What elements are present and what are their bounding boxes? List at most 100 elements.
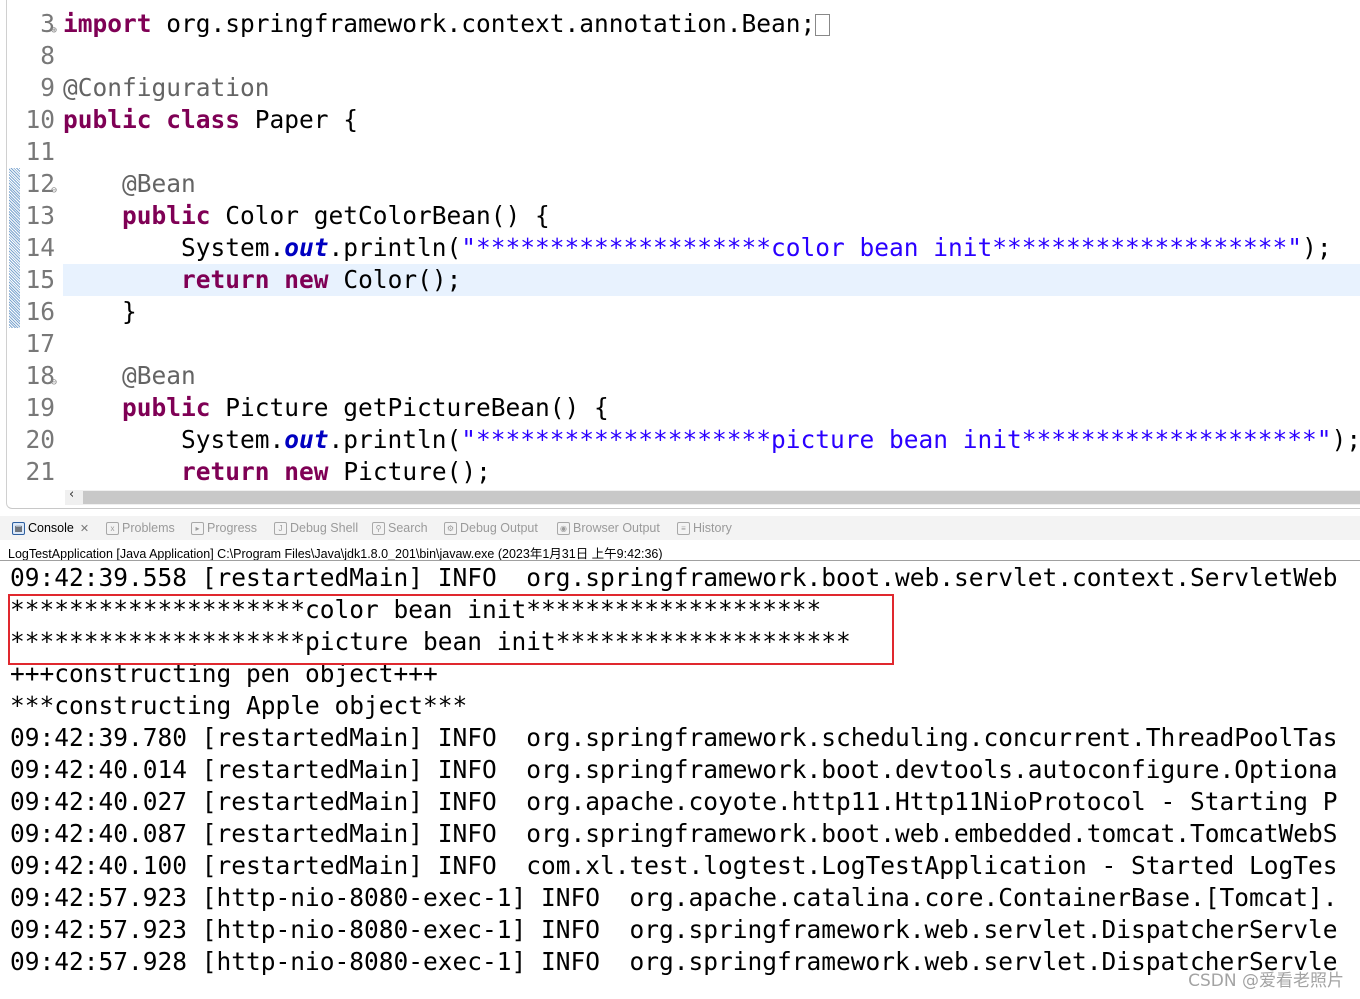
code-token: return: [181, 457, 270, 486]
console-line: 09:42:40.014 [restartedMain] INFO org.sp…: [10, 755, 1338, 784]
tab-browser-output[interactable]: ◉ Browser Output: [557, 521, 660, 535]
console-icon: ▤: [12, 521, 25, 535]
line-number: 19: [25, 393, 55, 422]
code-token: new: [284, 457, 329, 486]
code-text: public Color getColorBean() {: [63, 200, 1360, 232]
watermark: CSDN @爱看老照片: [1188, 971, 1344, 991]
problems-icon: x: [106, 521, 119, 535]
code-line[interactable]: 10 public class Paper {: [7, 104, 1360, 136]
code-text: @Bean: [63, 360, 1360, 392]
code-token: org.springframework.context.annotation.B…: [151, 9, 816, 38]
line-number: 3: [40, 9, 55, 38]
console-line: 09:42:39.780 [restartedMain] INFO org.sp…: [10, 723, 1338, 752]
code-token: System.: [63, 233, 285, 262]
console-line: 09:42:39.558 [restartedMain] INFO org.sp…: [10, 563, 1338, 592]
code-line[interactable]: 3 ⊕ import org.springframework.context.ann…: [7, 8, 1360, 40]
code-line[interactable]: 13 public Color getColorBean() {: [7, 200, 1360, 232]
tab-label: History: [693, 521, 732, 535]
divider: [0, 560, 1360, 561]
tab-debug-shell[interactable]: J Debug Shell: [274, 521, 358, 535]
code-token: return: [181, 265, 270, 294]
folded-import-box[interactable]: [815, 14, 831, 36]
line-number: 16: [25, 297, 55, 326]
code-token: public: [63, 105, 152, 134]
horizontal-scrollbar[interactable]: ‹: [65, 487, 1360, 505]
highlight-box: [8, 594, 894, 665]
code-token: .println(: [328, 425, 462, 454]
tab-problems[interactable]: x Problems: [106, 521, 175, 535]
console-line: 09:42:57.923 [http-nio-8080-exec-1] INFO…: [10, 915, 1338, 944]
tab-console[interactable]: ▤ Console ✕: [12, 521, 89, 535]
code-token: Picture getPictureBean() {: [210, 393, 609, 422]
code-line[interactable]: 12 ⊖ @Bean: [7, 168, 1360, 200]
browser-output-icon: ◉: [557, 521, 570, 535]
code-line[interactable]: 18 ⊖ @Bean: [7, 360, 1360, 392]
view-tabs: ▤ Console ✕ x Problems ▸ Progress J Debug Shell ⚲…: [0, 516, 1360, 540]
code-line[interactable]: 20 System.out.println("*****************…: [7, 424, 1360, 456]
tab-label: Console: [28, 521, 74, 535]
code-token: .println(: [328, 233, 462, 262]
line-number: 18: [25, 361, 55, 390]
code-line[interactable]: 21 return new Picture();: [7, 456, 1360, 488]
line-number: 21: [25, 457, 55, 486]
code-line[interactable]: 15 return new Color();: [7, 264, 1360, 296]
code-text: }: [63, 296, 1360, 328]
code-token: import: [63, 9, 152, 38]
line-number: 13: [25, 201, 55, 230]
code-token: class: [166, 105, 241, 134]
code-line[interactable]: 14 System.out.println("*****************…: [7, 232, 1360, 264]
close-icon[interactable]: ✕: [80, 522, 89, 535]
code-line[interactable]: 8: [7, 40, 1360, 72]
code-text: @Bean: [63, 168, 1360, 200]
code-token: "********************color bean init****…: [461, 233, 1303, 262]
code-token: public: [122, 201, 211, 230]
code-token: @Configuration: [63, 73, 270, 102]
console-line: 09:42:40.100 [restartedMain] INFO com.xl…: [10, 851, 1338, 880]
code-text: System.out.println("********************…: [63, 424, 1360, 456]
code-token: new: [284, 265, 329, 294]
scroll-left-icon[interactable]: ‹: [69, 487, 74, 502]
code-token: Paper {: [240, 105, 359, 134]
code-line[interactable]: 16 }: [7, 296, 1360, 328]
tab-progress[interactable]: ▸ Progress: [191, 521, 257, 535]
line-number: 11: [25, 137, 55, 166]
code-line[interactable]: 17: [7, 328, 1360, 360]
tab-label: Debug Output: [460, 521, 538, 535]
code-editor[interactable]: 3 ⊕ import org.springframework.context.ann…: [6, 0, 1360, 509]
code-token: "********************picture bean init**…: [461, 425, 1332, 454]
code-text: System.out.println("********************…: [63, 232, 1360, 264]
scrollbar-thumb[interactable]: [83, 491, 1360, 504]
code-text: return new Picture();: [63, 456, 1360, 488]
tab-debug-output[interactable]: ⚙ Debug Output: [444, 521, 538, 535]
debug-output-icon: ⚙: [444, 521, 457, 535]
line-number: 10: [25, 105, 55, 134]
code-text: @Configuration: [63, 72, 1360, 104]
code-text: public class Paper {: [63, 104, 1360, 136]
tab-label: Debug Shell: [290, 521, 359, 535]
console-line: 09:42:57.928 [http-nio-8080-exec-1] INFO…: [10, 947, 1338, 976]
code-line[interactable]: 11: [7, 136, 1360, 168]
code-line[interactable]: 19 public Picture getPictureBean() {: [7, 392, 1360, 424]
line-number: 14: [25, 233, 55, 262]
code-token: out: [284, 233, 329, 262]
tab-search[interactable]: ⚲ Search: [372, 521, 428, 535]
line-number: 9: [40, 73, 55, 102]
line-number: 17: [25, 329, 55, 358]
code-line[interactable]: 9 @Configuration: [7, 72, 1360, 104]
console-line: 09:42:40.027 [restartedMain] INFO org.ap…: [10, 787, 1338, 816]
console-line: 09:42:57.923 [http-nio-8080-exec-1] INFO…: [10, 883, 1338, 912]
search-icon: ⚲: [372, 521, 385, 535]
code-token: );: [1331, 425, 1360, 454]
code-token: Color getColorBean() {: [210, 201, 550, 230]
tab-history[interactable]: ≡ History: [677, 521, 732, 535]
line-number: 20: [25, 425, 55, 454]
progress-icon: ▸: [191, 521, 204, 535]
tab-label: Progress: [207, 521, 258, 535]
tab-label: Search: [388, 521, 428, 535]
